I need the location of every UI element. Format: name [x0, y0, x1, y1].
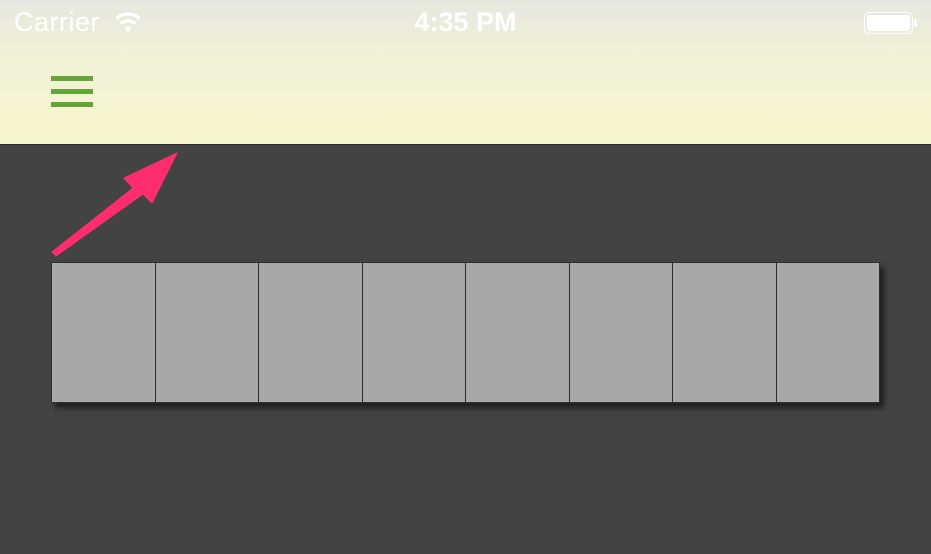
grid-cell[interactable]: [672, 262, 777, 403]
cell-strip: [51, 262, 880, 403]
menu-bar-middle: [51, 89, 93, 94]
battery-icon: [864, 12, 913, 34]
menu-bar-top: [51, 76, 93, 81]
grid-cell[interactable]: [775, 262, 880, 403]
battery-level: [867, 15, 910, 31]
status-bar: Carrier 4:35 PM: [0, 0, 931, 48]
grid-cell[interactable]: [361, 262, 466, 403]
status-time: 4:35 PM: [414, 7, 517, 37]
header-bar: Carrier 4:35 PM: [0, 0, 931, 145]
grid-cell[interactable]: [51, 262, 156, 403]
menu-bar-bottom: [51, 102, 93, 107]
grid-cell[interactable]: [568, 262, 673, 403]
battery-tip: [914, 19, 917, 27]
grid-cell[interactable]: [465, 262, 570, 403]
grid-cell[interactable]: [154, 262, 259, 403]
grid-cell[interactable]: [258, 262, 363, 403]
hamburger-menu-button[interactable]: [44, 68, 100, 114]
